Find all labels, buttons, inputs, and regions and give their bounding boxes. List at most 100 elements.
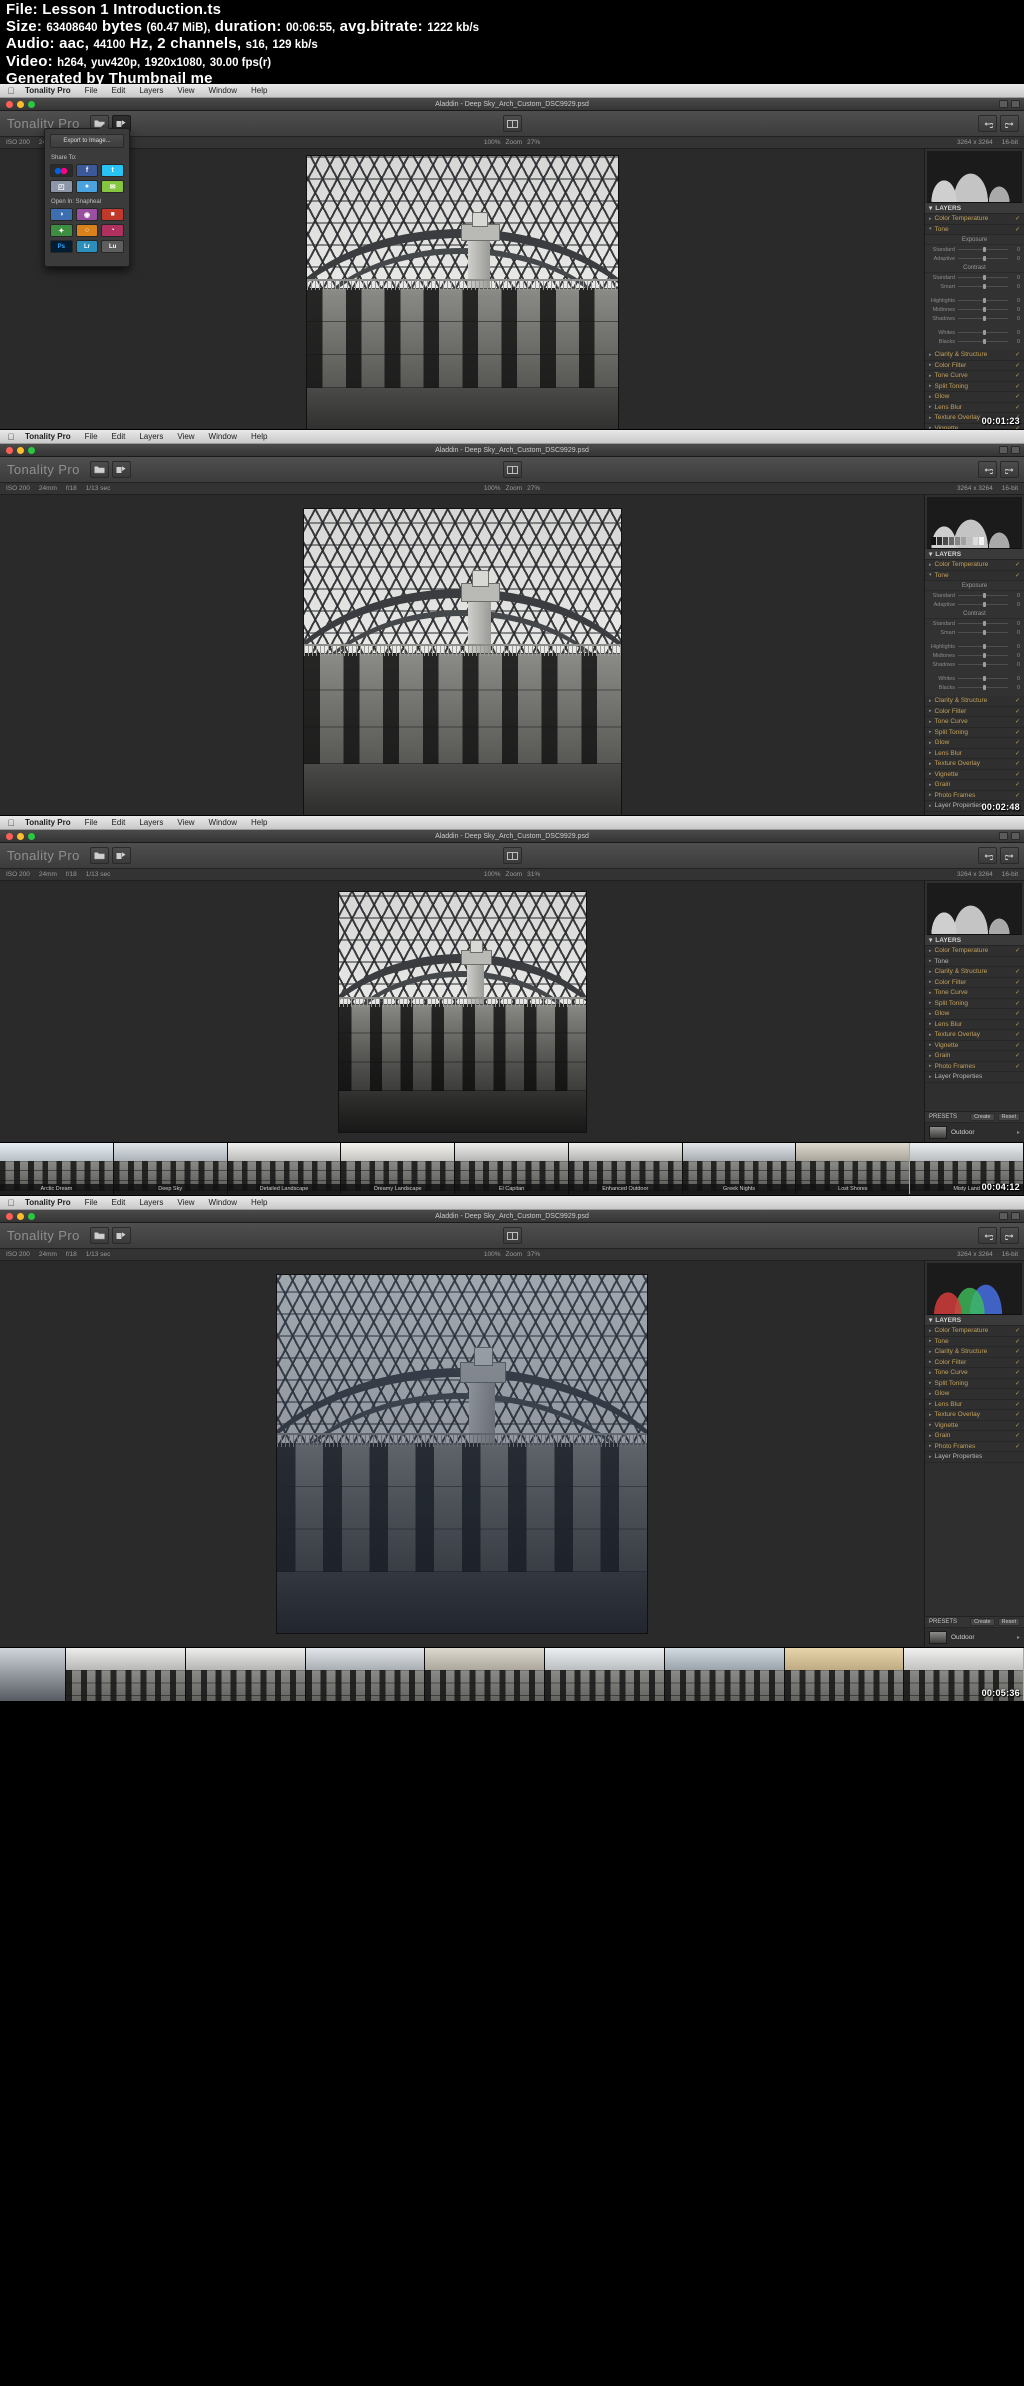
preset-thumb-moonlit-landscape[interactable]: Moonlit Landscape xyxy=(664,1648,785,1701)
menu-window[interactable]: Window xyxy=(202,818,244,827)
minimize-button[interactable] xyxy=(17,100,24,108)
slider-midtones[interactable]: Midtones 0 xyxy=(925,305,1024,314)
adjust-row-photo-frames[interactable]: ▸ Photo Frames ✓ xyxy=(925,1062,1024,1072)
mac-menubar-1[interactable]:  Tonality Pro File Edit Layers View Win… xyxy=(0,84,1024,98)
slider-track[interactable] xyxy=(958,247,1008,252)
slider-blacks[interactable]: Blacks 0 xyxy=(925,683,1024,692)
enabled-check-icon[interactable]: ✓ xyxy=(1015,1401,1020,1408)
slider-track[interactable] xyxy=(958,275,1008,280)
enabled-check-icon[interactable]: ✓ xyxy=(1015,1432,1020,1439)
toolbar-right-group-1[interactable] xyxy=(978,115,1019,132)
menu-view[interactable]: View xyxy=(170,86,201,95)
enabled-check-icon[interactable]: ✓ xyxy=(1015,393,1020,400)
slider-track[interactable] xyxy=(958,298,1008,303)
info-zoom-center-2[interactable]: 100% Zoom 27% xyxy=(0,485,1024,492)
menu-edit[interactable]: Edit xyxy=(105,86,133,95)
menu-file[interactable]: File xyxy=(78,432,105,441)
layers-panel-header-4[interactable]: ▾ LAYERS xyxy=(925,1315,1024,1326)
preset-thumb-greek-nights[interactable]: Greek Nights xyxy=(305,1648,426,1701)
enabled-check-icon[interactable]: ✓ xyxy=(1015,1063,1020,1070)
enabled-check-icon[interactable]: ✓ xyxy=(1015,351,1020,358)
menu-edit[interactable]: Edit xyxy=(105,432,133,441)
enabled-check-icon[interactable]: ✓ xyxy=(1015,1021,1020,1028)
slider-track[interactable] xyxy=(958,593,1008,598)
export-share-icon[interactable] xyxy=(111,847,131,864)
titlebar-right-controls-2[interactable] xyxy=(999,446,1020,454)
preset-filmstrip-bottom[interactable]: El Capitan Enhanced Outdoor Greek Nights… xyxy=(0,1647,1024,1701)
adjust-row-color-temperature[interactable]: ▸ Color Temperature ✓ xyxy=(925,1326,1024,1337)
slider-track[interactable] xyxy=(958,676,1008,681)
export-share-icon[interactable] xyxy=(111,461,131,478)
aurora-icon[interactable]: ◔ xyxy=(101,224,124,237)
slider-contrast-smart[interactable]: Smart 0 xyxy=(925,282,1024,291)
undo-icon[interactable] xyxy=(978,847,997,864)
adjust-row-clarity-structure[interactable]: ▸ Clarity & Structure ✓ xyxy=(925,350,1024,361)
reset-preset-button[interactable]: Reset xyxy=(997,1618,1020,1626)
intensify-icon[interactable]: ■ xyxy=(101,208,124,221)
adjust-row-glow[interactable]: ▸ Glow ✓ xyxy=(925,1009,1024,1020)
adjust-row-grain[interactable]: ▸ Grain ✓ xyxy=(925,1051,1024,1062)
enabled-check-icon[interactable]: ✓ xyxy=(1015,771,1020,778)
layers-panel-header-3[interactable]: ▾ LAYERS xyxy=(925,935,1024,946)
titlebar-right-controls-3[interactable] xyxy=(999,832,1020,840)
slider-exposure-adaptive[interactable]: Adaptive 0 xyxy=(925,254,1024,263)
enabled-check-icon[interactable]: ✓ xyxy=(1015,708,1020,715)
fullscreen-icon[interactable] xyxy=(1011,100,1020,108)
minimize-button[interactable] xyxy=(17,446,24,454)
enabled-check-icon[interactable]: ✓ xyxy=(1015,739,1020,746)
apple-icon[interactable]:  xyxy=(4,432,18,442)
toolbar-right-group-3[interactable] xyxy=(978,847,1019,864)
slider-track[interactable] xyxy=(958,630,1008,635)
adjust-row-texture-overlay[interactable]: ▸ Texture Overlay ✓ xyxy=(925,1410,1024,1421)
adjust-row-clarity-structure[interactable]: ▸ Clarity & Structure ✓ xyxy=(925,967,1024,978)
fullscreen-icon[interactable] xyxy=(1011,446,1020,454)
enabled-check-icon[interactable]: ✓ xyxy=(1015,792,1020,799)
preset-thumb-enhanced-outdoor[interactable]: Enhanced Outdoor xyxy=(186,1648,306,1701)
slider-highlights[interactable]: Highlights 0 xyxy=(925,642,1024,651)
enabled-check-icon[interactable]: ✓ xyxy=(1015,1380,1020,1387)
preset-thumb-dreamy-landscape[interactable]: Dreamy Landscape xyxy=(341,1143,456,1194)
image-canvas-1[interactable] xyxy=(0,149,924,429)
compare-icon[interactable] xyxy=(502,461,522,478)
slider-track[interactable] xyxy=(958,307,1008,312)
mac-menubar-2[interactable]:  Tonality Pro File Edit Layers View Win… xyxy=(0,430,1024,444)
apple-icon[interactable]:  xyxy=(4,1198,18,1208)
enabled-check-icon[interactable]: ✓ xyxy=(1015,1443,1020,1450)
window-controls-4[interactable] xyxy=(0,1212,35,1220)
reset-preset-button[interactable]: Reset xyxy=(997,1113,1020,1121)
menu-file[interactable]: File xyxy=(78,86,105,95)
menu-view[interactable]: View xyxy=(170,818,201,827)
menu-window[interactable]: Window xyxy=(202,432,244,441)
adjust-row-glow[interactable]: ▸ Glow ✓ xyxy=(925,1389,1024,1400)
adjust-row-tone-curve[interactable]: ▸ Tone Curve ✓ xyxy=(925,1368,1024,1379)
enabled-check-icon[interactable]: ✓ xyxy=(1015,947,1020,954)
luminar-icon[interactable]: Lu xyxy=(101,240,124,253)
photos-icon[interactable]: ◰ xyxy=(50,180,73,193)
enabled-check-icon[interactable]: ✓ xyxy=(1015,1411,1020,1418)
enabled-check-icon[interactable]: ✓ xyxy=(1015,750,1020,757)
enabled-check-icon[interactable]: ✓ xyxy=(1015,1010,1020,1017)
menu-window[interactable]: Window xyxy=(202,1198,244,1207)
slider-track[interactable] xyxy=(958,284,1008,289)
close-button[interactable] xyxy=(6,446,13,454)
maximize-button[interactable] xyxy=(28,1212,35,1220)
enabled-check-icon[interactable]: ✓ xyxy=(1015,760,1020,767)
compare-icon[interactable] xyxy=(502,115,522,132)
messages-icon[interactable]: ● xyxy=(75,180,99,193)
minimize-button[interactable] xyxy=(17,1212,24,1220)
slider-midtones[interactable]: Midtones 0 xyxy=(925,651,1024,660)
mac-menubar-4[interactable]:  Tonality Pro File Edit Layers View Win… xyxy=(0,1196,1024,1210)
adjust-row-photo-frames[interactable]: ▸ Photo Frames ✓ xyxy=(925,1442,1024,1452)
preset-thumb-greek-nights[interactable]: Greek Nights xyxy=(682,1143,797,1194)
undo-icon[interactable] xyxy=(978,1227,997,1244)
slider-shadows[interactable]: Shadows 0 xyxy=(925,660,1024,669)
window-controls-1[interactable] xyxy=(0,100,35,108)
adjust-row-lens-blur[interactable]: ▸ Lens Blur ✓ xyxy=(925,1400,1024,1410)
twitter-icon[interactable]: t xyxy=(101,164,124,177)
apple-icon[interactable]:  xyxy=(4,86,18,96)
fullscreen-icon[interactable] xyxy=(1011,1212,1020,1220)
preset-thumb-lost-shores[interactable]: Lost Shores xyxy=(796,1143,911,1194)
mail-icon[interactable]: ✉ xyxy=(101,180,124,193)
adjust-row-grain[interactable]: ▸ Grain ✓ xyxy=(925,1431,1024,1442)
enabled-check-icon[interactable]: ✓ xyxy=(1015,215,1020,222)
